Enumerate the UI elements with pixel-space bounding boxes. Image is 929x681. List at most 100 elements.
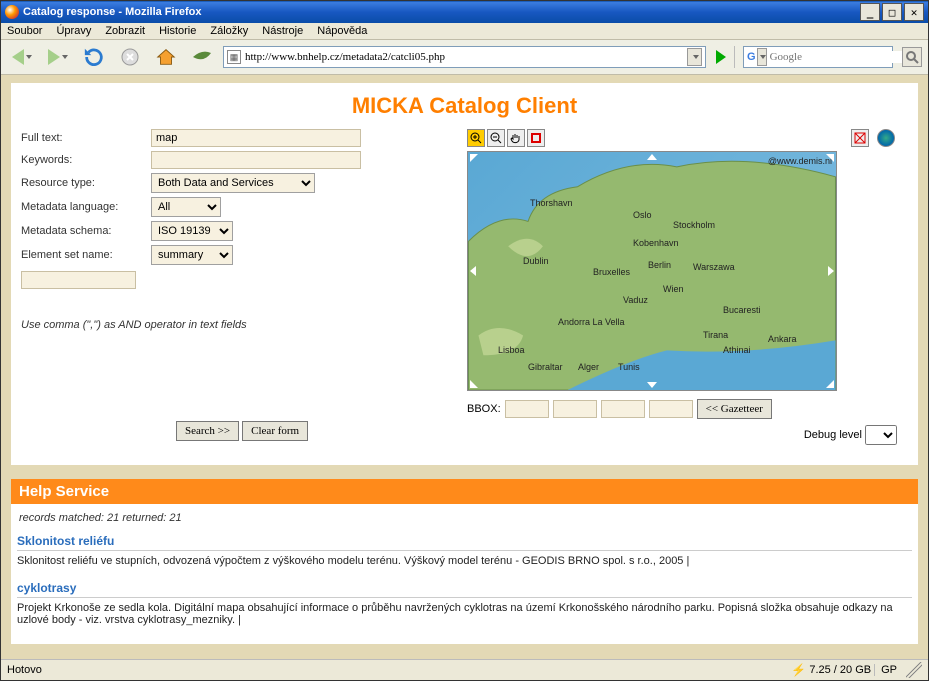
menu-historie[interactable]: Historie bbox=[159, 25, 196, 37]
label-keywords: Keywords: bbox=[21, 154, 151, 166]
nav-toolbar: ▦ G bbox=[1, 40, 928, 75]
home-button[interactable] bbox=[151, 44, 181, 70]
search-engine-dropdown[interactable] bbox=[757, 48, 767, 66]
city-label: Tirana bbox=[703, 330, 728, 340]
city-label: Bucaresti bbox=[723, 305, 761, 315]
city-label: Andorra La Vella bbox=[558, 317, 625, 327]
clear-form-button[interactable]: Clear form bbox=[242, 421, 308, 441]
zoom-out-icon[interactable] bbox=[487, 129, 505, 147]
records-status: records matched: 21 returned: 21 bbox=[17, 508, 912, 528]
bbox-miny-input[interactable] bbox=[553, 400, 597, 418]
globe-icon[interactable] bbox=[877, 129, 895, 147]
resource-type-select[interactable]: Both Data and Services bbox=[151, 173, 315, 193]
search-button[interactable]: Search >> bbox=[176, 421, 239, 441]
city-label: Bruxelles bbox=[593, 267, 630, 277]
search-go-button[interactable] bbox=[902, 47, 922, 67]
url-bar[interactable]: ▦ bbox=[223, 46, 706, 68]
bbox-maxy-input[interactable] bbox=[649, 400, 693, 418]
meta-schema-select[interactable]: ISO 19139 bbox=[151, 221, 233, 241]
select-box-icon[interactable] bbox=[527, 129, 545, 147]
reset-extent-icon[interactable] bbox=[851, 129, 869, 147]
map-panel: @www.demis.nl Thorshavn Oslo Stockholm K… bbox=[467, 129, 897, 445]
google-icon: G bbox=[747, 51, 756, 63]
maximize-button[interactable]: □ bbox=[882, 3, 902, 21]
label-meta-lang: Metadata language: bbox=[21, 201, 151, 213]
city-label: Warszawa bbox=[693, 262, 735, 272]
record-title[interactable]: Sklonitost reliéfu bbox=[17, 532, 912, 551]
menu-zalozky[interactable]: Záložky bbox=[210, 25, 248, 37]
reload-button[interactable] bbox=[79, 44, 109, 70]
pan-ne-icon[interactable] bbox=[826, 154, 834, 162]
map-viewport[interactable]: @www.demis.nl Thorshavn Oslo Stockholm K… bbox=[467, 151, 837, 391]
stop-button[interactable] bbox=[115, 44, 145, 70]
go-button[interactable] bbox=[716, 50, 726, 64]
debug-level-select[interactable] bbox=[865, 425, 897, 445]
close-button[interactable]: ✕ bbox=[904, 3, 924, 21]
city-label: Oslo bbox=[633, 210, 652, 220]
city-label: Vaduz bbox=[623, 295, 648, 305]
minimize-button[interactable]: _ bbox=[860, 3, 880, 21]
record-desc: Sklonitost reliéfu ve stupních, odvozená… bbox=[17, 551, 912, 575]
menubar: Soubor Úpravy Zobrazit Historie Záložky … bbox=[1, 23, 928, 40]
menu-soubor[interactable]: Soubor bbox=[7, 25, 42, 37]
pan-west-icon[interactable] bbox=[470, 266, 476, 276]
gazetteer-button[interactable]: << Gazetteer bbox=[697, 399, 772, 419]
meta-language-select[interactable]: All bbox=[151, 197, 221, 217]
page-favicon: ▦ bbox=[227, 50, 241, 64]
zoom-in-icon[interactable] bbox=[467, 129, 485, 147]
city-label: Gibraltar bbox=[528, 362, 563, 372]
menu-napoveda[interactable]: Nápověda bbox=[317, 25, 367, 37]
city-label: Lisboa bbox=[498, 345, 525, 355]
label-resource-type: Resource type: bbox=[21, 177, 151, 189]
bbox-maxx-input[interactable] bbox=[601, 400, 645, 418]
record-desc: Projekt Krkonoše ze sedla kola. Digitáln… bbox=[17, 598, 912, 634]
city-label: Ankara bbox=[768, 334, 797, 344]
city-label: Stockholm bbox=[673, 220, 715, 230]
bbox-minx-input[interactable] bbox=[505, 400, 549, 418]
city-label: Dublin bbox=[523, 256, 549, 266]
menu-zobrazit[interactable]: Zobrazit bbox=[105, 25, 145, 37]
window-title: Catalog response - Mozilla Firefox bbox=[23, 6, 201, 18]
browser-search-input[interactable] bbox=[770, 51, 905, 63]
pan-south-icon[interactable] bbox=[647, 382, 657, 388]
pan-sw-icon[interactable] bbox=[470, 380, 478, 388]
toolbar-separator bbox=[734, 46, 735, 68]
city-label: Wien bbox=[663, 284, 684, 294]
element-set-select[interactable]: summary bbox=[151, 245, 233, 265]
pan-north-icon[interactable] bbox=[647, 154, 657, 160]
lightning-icon: ⚡ bbox=[791, 663, 806, 677]
statusbar: Hotovo ⚡ 7.25 / 20 GB GP bbox=[1, 659, 928, 680]
form-hint: Use comma (",") as AND operator in text … bbox=[21, 319, 447, 331]
browser-search-box[interactable]: G bbox=[743, 46, 893, 68]
keywords-input[interactable] bbox=[151, 151, 361, 169]
titlebar: Catalog response - Mozilla Firefox _ □ ✕ bbox=[1, 1, 928, 23]
leaf-icon[interactable] bbox=[187, 44, 217, 70]
back-button[interactable] bbox=[7, 44, 37, 70]
resize-grip-icon[interactable] bbox=[906, 662, 922, 678]
pan-icon[interactable] bbox=[507, 129, 525, 147]
fulltext-input[interactable] bbox=[151, 129, 361, 147]
label-meta-schema: Metadata schema: bbox=[21, 225, 151, 237]
search-form: Full text: Keywords: Resource type: Both… bbox=[17, 129, 447, 441]
forward-button[interactable] bbox=[43, 44, 73, 70]
status-gp: GP bbox=[874, 664, 897, 676]
menu-nastroje[interactable]: Nástroje bbox=[262, 25, 303, 37]
bbox-label: BBOX: bbox=[467, 403, 501, 415]
url-input[interactable] bbox=[245, 51, 687, 63]
city-label: Thorshavn bbox=[530, 198, 573, 208]
pan-se-icon[interactable] bbox=[826, 380, 834, 388]
menu-upravy[interactable]: Úpravy bbox=[56, 25, 91, 37]
firefox-icon bbox=[5, 5, 19, 19]
record-title[interactable]: cyklotrasy bbox=[17, 579, 912, 598]
city-label: Kobenhavn bbox=[633, 238, 679, 248]
label-elem-set: Element set name: bbox=[21, 249, 151, 261]
pan-nw-icon[interactable] bbox=[470, 154, 478, 162]
pan-east-icon[interactable] bbox=[828, 266, 834, 276]
city-label: Athinai bbox=[723, 345, 751, 355]
extra-input[interactable] bbox=[21, 271, 136, 289]
content-area: MICKA Catalog Client Full text: Keywords… bbox=[1, 75, 928, 659]
label-fulltext: Full text: bbox=[21, 132, 151, 144]
url-history-dropdown[interactable] bbox=[687, 48, 702, 66]
page-title: MICKA Catalog Client bbox=[17, 93, 912, 119]
status-text: Hotovo bbox=[7, 664, 42, 676]
